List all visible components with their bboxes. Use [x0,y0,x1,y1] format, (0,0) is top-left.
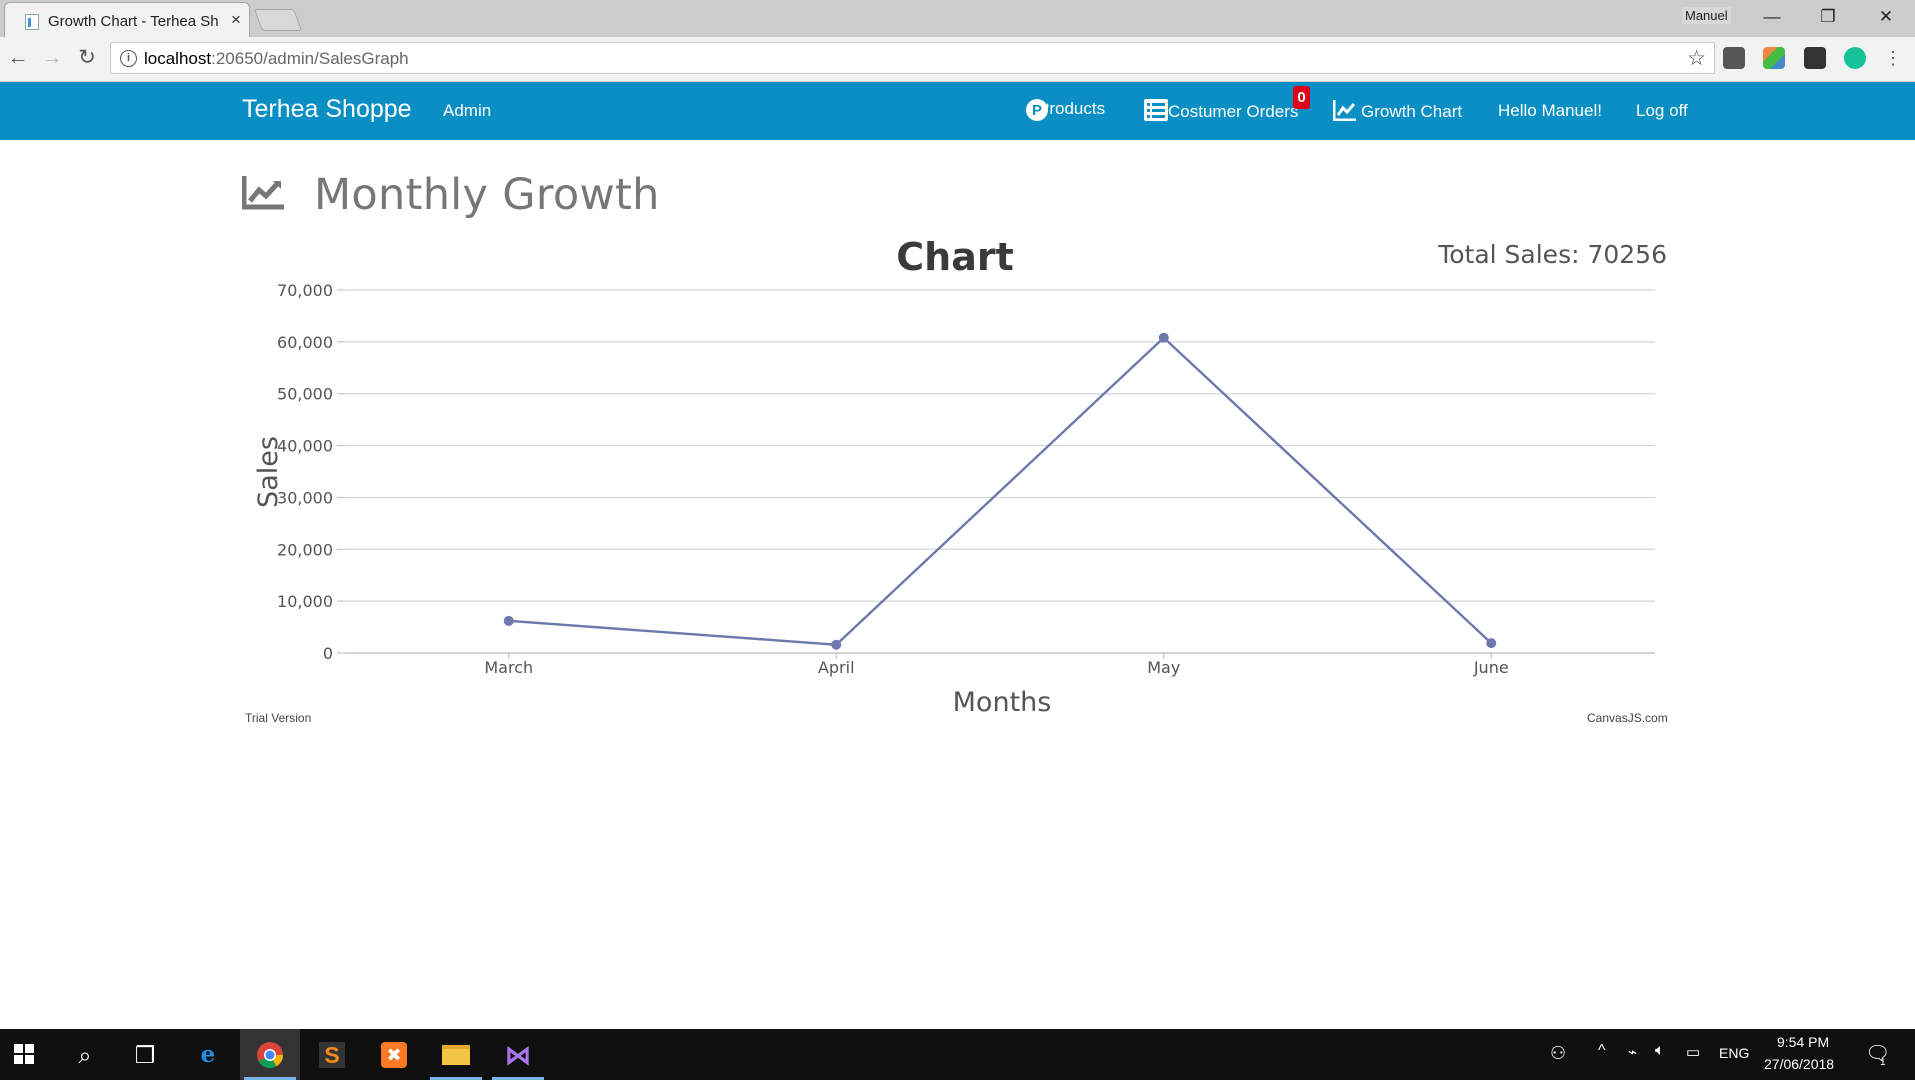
taskbar-xampp[interactable]: ✖ [364,1029,424,1080]
battery-icon[interactable]: ▭ [1686,1043,1700,1061]
y-tick-label: 20,000 [277,540,333,559]
y-axis-label: Sales [253,436,284,508]
sublime-icon: S [319,1042,345,1068]
y-tick-label: 10,000 [277,592,333,611]
xampp-icon: ✖ [381,1042,407,1068]
clock-date[interactable]: 27/06/2018 [1764,1056,1834,1072]
windows-logo-icon [14,1044,34,1064]
visual-studio-icon: ⋈ [505,1040,531,1070]
taskbar-chrome[interactable] [240,1029,300,1080]
start-button[interactable] [0,1029,60,1080]
taskbar-edge[interactable]: e [178,1029,238,1080]
data-point [831,639,842,650]
search-button[interactable]: ⌕ [55,1029,115,1080]
y-tick-label: 60,000 [277,333,333,352]
data-point [503,615,514,626]
windows-taskbar: ⌕ ❒ e S ✖ ⋈ ⚇ ^ ⌁ 🔈︎ ▭ ENG 9:54 PM 27/06… [0,1029,1915,1080]
series-line [508,336,1493,646]
taskbar-sublime[interactable]: S [302,1029,362,1080]
y-tick-label: 70,000 [277,281,333,300]
taskbar-visual-studio[interactable]: ⋈ [488,1029,548,1080]
x-tick-label: May [1147,658,1180,677]
language-indicator[interactable]: ENG [1719,1045,1749,1061]
people-icon[interactable]: ⚇ [1550,1043,1566,1064]
folder-icon [442,1045,470,1065]
x-axis-label: Months [953,687,1052,718]
chart-credit-link[interactable]: CanvasJS.com [1587,711,1668,725]
data-point [1486,638,1497,649]
search-icon: ⌕ [78,1042,92,1068]
clock-time[interactable]: 9:54 PM [1777,1034,1829,1050]
y-tick-label: 40,000 [277,437,333,456]
notification-count: 1 [1880,1057,1886,1068]
y-tick-label: 30,000 [277,488,333,507]
action-center-icon[interactable]: 🗨︎ [1865,1041,1890,1066]
volume-icon[interactable]: 🔈︎ [1655,1042,1665,1060]
taskbar-explorer[interactable] [426,1029,486,1080]
network-icon[interactable]: ⌁ [1628,1043,1637,1061]
chart-trial-label: Trial Version [245,711,312,725]
chart-title: Chart [896,235,1014,279]
task-view-button[interactable]: ❒ [115,1029,175,1080]
x-tick-label: April [818,658,855,677]
x-tick-label: March [484,658,533,677]
chrome-icon [257,1042,284,1069]
y-tick-label: 50,000 [277,385,333,404]
edge-icon: e [200,1041,216,1068]
sales-line-chart: Chart 0 10,000 20,000 30,000 40,000 50,000 60,0… [253,235,1655,718]
x-tick-label: June [1473,658,1509,677]
tray-chevron-up-icon[interactable]: ^ [1598,1042,1606,1060]
task-view-icon: ❒ [134,1042,156,1068]
data-point [1158,332,1169,343]
y-tick-label: 0 [323,644,333,663]
